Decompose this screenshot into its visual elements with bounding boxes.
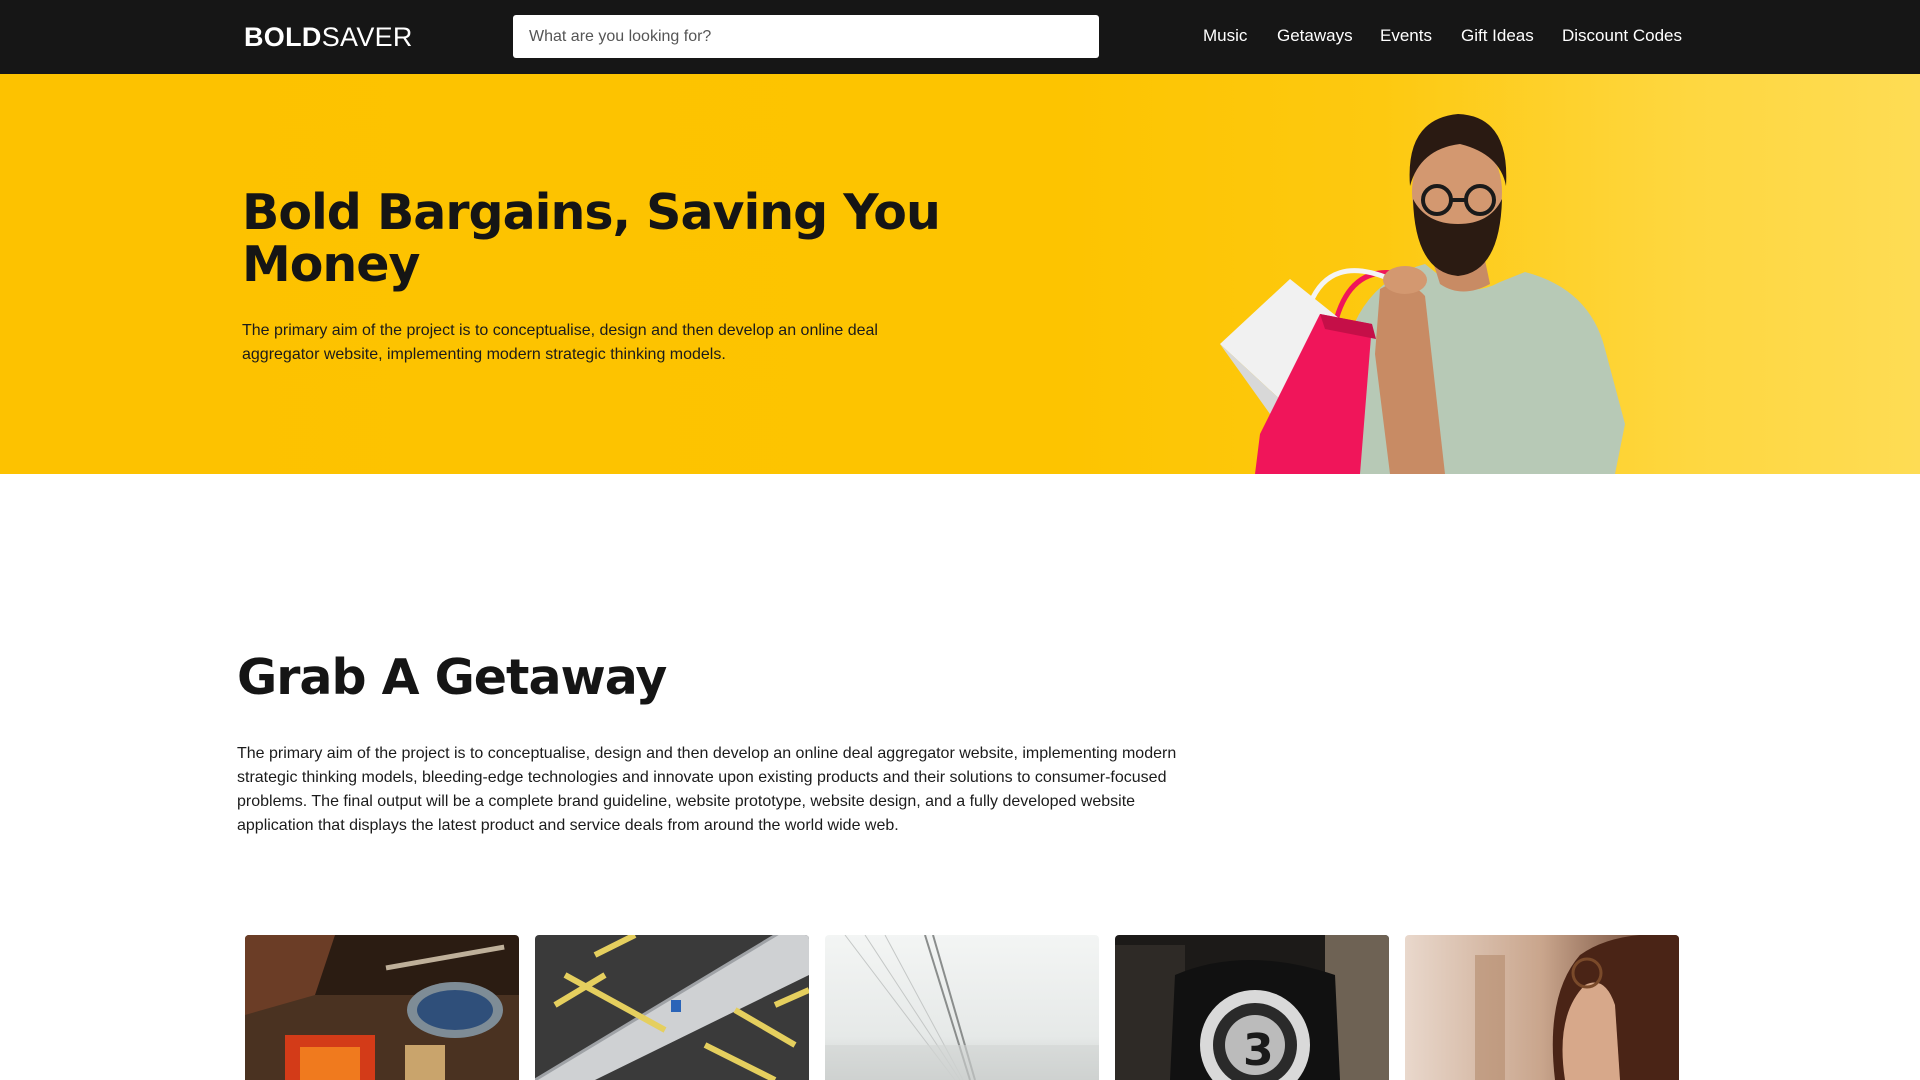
logo-light-text: SAVER: [321, 22, 413, 52]
nav-link-gift-ideas[interactable]: Gift Ideas: [1461, 26, 1534, 46]
getaway-card[interactable]: 3: [1115, 935, 1389, 1080]
getaway-card[interactable]: [535, 935, 809, 1080]
section-title: Grab A Getaway: [237, 649, 667, 706]
top-navigation-bar: BOLDSAVER Music Getaways Events Gift Ide…: [0, 0, 1920, 74]
man-with-shopping-bags-image: [1220, 114, 1625, 474]
nav-link-getaways[interactable]: Getaways: [1277, 26, 1353, 46]
search-input[interactable]: [513, 15, 1099, 58]
hero-title: Bold Bargains, Saving You Money: [242, 184, 941, 293]
getaway-card[interactable]: [825, 935, 1099, 1080]
logo[interactable]: BOLDSAVER: [244, 20, 413, 54]
hero-description: The primary aim of the project is to con…: [242, 322, 878, 363]
getaway-card[interactable]: [245, 935, 519, 1080]
svg-text:3: 3: [1243, 1025, 1274, 1076]
campfire-cooking-image: [245, 935, 519, 1080]
hero-banner: Bold Bargains, Saving You Money The prim…: [0, 74, 1920, 474]
getaway-card[interactable]: [1405, 935, 1679, 1080]
film-countdown-pillow-image: 3: [1115, 935, 1389, 1080]
section-description: The primary aim of the project is to con…: [237, 745, 1177, 834]
nav-link-events[interactable]: Events: [1380, 26, 1432, 46]
nav-link-discount-codes[interactable]: Discount Codes: [1562, 26, 1682, 46]
parking-lot-aerial-image: [535, 935, 809, 1080]
foggy-bridge-cables-image: [825, 935, 1099, 1080]
logo-bold-text: BOLD: [244, 22, 322, 52]
nav-link-music[interactable]: Music: [1203, 26, 1247, 46]
woman-with-glasses-image: [1405, 935, 1679, 1080]
